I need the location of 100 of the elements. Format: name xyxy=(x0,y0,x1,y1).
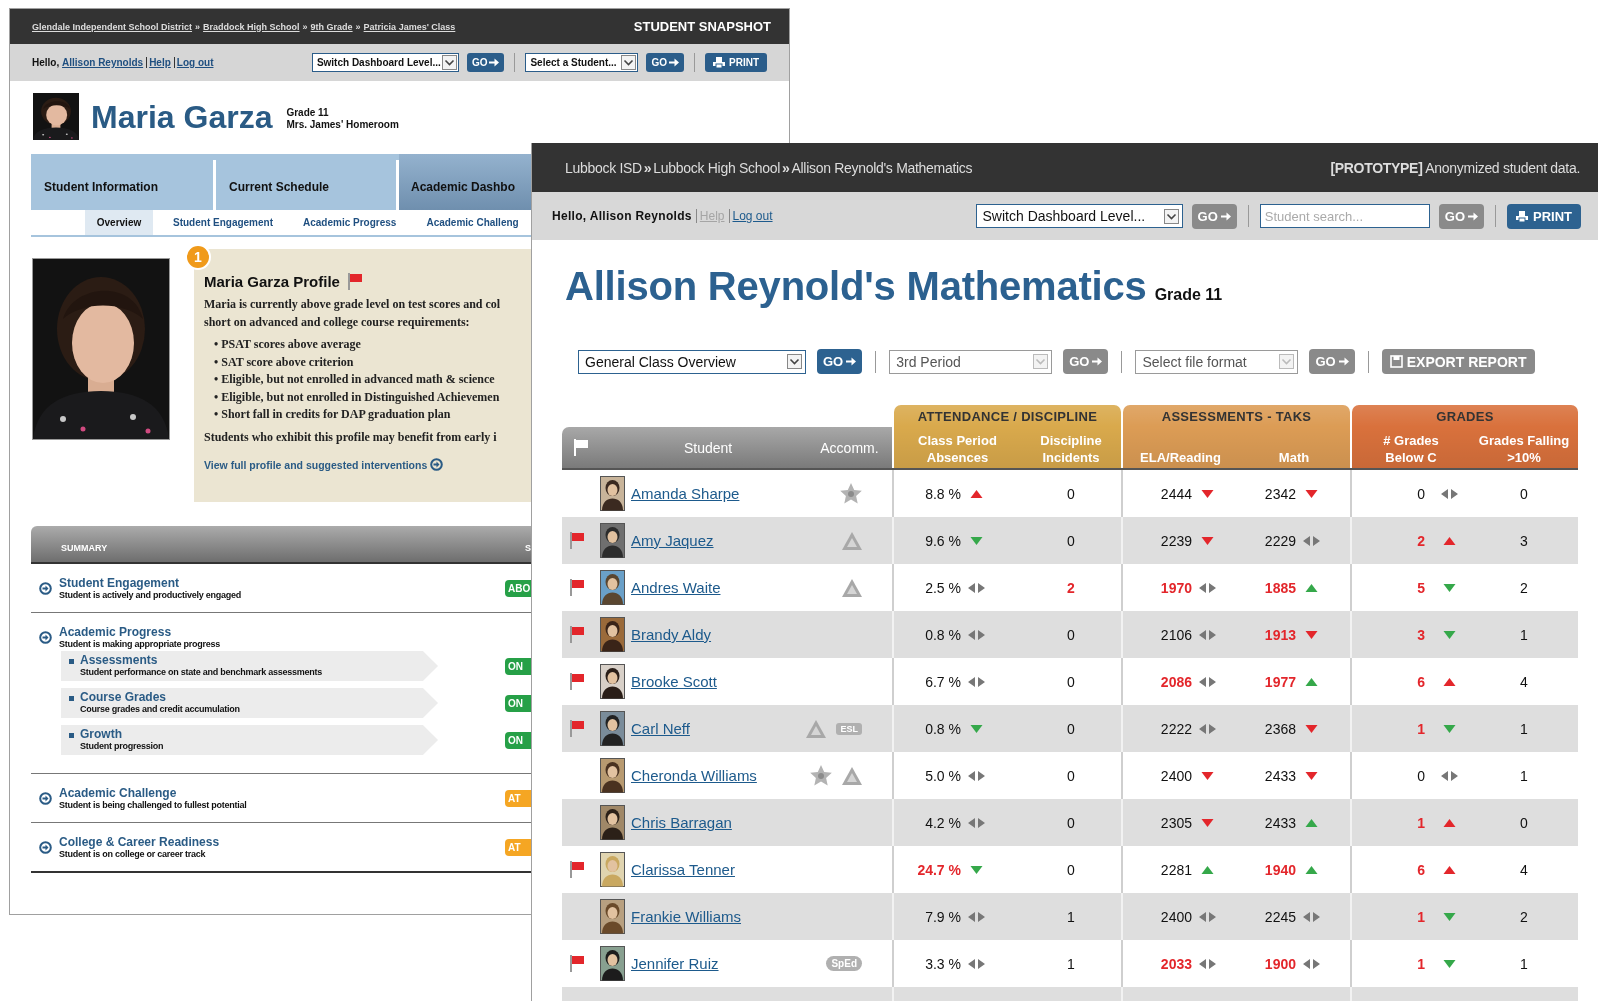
student-link[interactable]: Carl Neff xyxy=(631,720,690,737)
triangle-icon xyxy=(842,578,862,597)
page-title: Allison Reynold's Mathematics xyxy=(565,264,1147,309)
student-link[interactable]: Jennifer Ruiz xyxy=(631,955,719,972)
avatar xyxy=(600,523,625,558)
table-cell: 2 xyxy=(1520,579,1528,596)
student-link[interactable]: Brooke Scott xyxy=(631,673,717,690)
status-badge: AT xyxy=(505,789,531,807)
table-cell: 1 xyxy=(1520,720,1528,737)
dropdown[interactable]: General Class Overview xyxy=(578,349,806,374)
table-cell: 1 xyxy=(1520,955,1528,972)
summary-subitem[interactable]: Course Grades Course grades and credit accumulation xyxy=(61,688,438,718)
table-cell-text: 1885 xyxy=(1263,579,1296,596)
student-name: Maria Garza xyxy=(91,99,273,136)
student-link[interactable]: Cheronda Williams xyxy=(631,767,757,784)
user-link[interactable]: Allison Reynolds xyxy=(62,57,144,68)
summary-description: Student performance on state and benchmark assessments xyxy=(80,667,323,677)
star-icon xyxy=(810,765,832,786)
dropdown[interactable]: Select a Student... xyxy=(525,53,639,72)
table-cell-text: 2444 xyxy=(1159,485,1192,502)
print-button[interactable]: PRINT xyxy=(705,53,767,72)
tab[interactable]: Academic Challeng xyxy=(416,210,529,235)
breadcrumb-link[interactable]: Glendale Independent School District xyxy=(32,21,193,32)
table-cell-text: 1 xyxy=(1416,908,1425,925)
go-button[interactable]: GO xyxy=(466,53,505,72)
student-link[interactable]: Andres Waite xyxy=(631,579,721,596)
breadcrumb-link[interactable]: Lubbock ISD xyxy=(565,159,642,176)
summary-title[interactable]: Student Engagement xyxy=(59,576,179,590)
summary-title[interactable]: Academic Progress xyxy=(59,625,172,639)
profile-text: short on advanced and college course requirements: xyxy=(204,313,471,331)
printer-icon xyxy=(1516,210,1528,222)
profile-link[interactable]: View full profile and suggested interventions xyxy=(204,458,444,471)
avatar xyxy=(600,758,625,793)
arrow-circle-icon xyxy=(430,458,444,471)
arrow-circle-icon xyxy=(39,791,52,805)
dropdown[interactable]: Switch Dashboard Level... xyxy=(975,204,1183,228)
window-title: STUDENT SNAPSHOT xyxy=(633,19,771,34)
summary-description: Student is making appropriate progress xyxy=(59,639,221,649)
summary-title[interactable]: Assessments xyxy=(80,653,158,667)
greeting: Hello, xyxy=(32,57,60,68)
table-cell: 1 xyxy=(1067,955,1075,972)
student-link[interactable]: Frankie Williams xyxy=(631,908,741,925)
student-link[interactable]: Brandy Aldy xyxy=(631,626,712,643)
go-button[interactable]: GO xyxy=(817,349,863,374)
summary-description: Student is on college or career track xyxy=(59,849,206,859)
student-link[interactable]: Clarissa Tenner xyxy=(631,861,735,878)
breadcrumb-link[interactable]: 9th Grade xyxy=(310,21,353,32)
table-cell-text: 2433 xyxy=(1263,814,1296,831)
tab[interactable]: Student Engagement xyxy=(163,210,283,235)
caret-icon xyxy=(621,55,637,70)
profile-text: Maria is currently above grade level on test scores and col xyxy=(204,296,502,313)
tab[interactable]: Academic Progress xyxy=(293,210,407,235)
help-link[interactable]: Help xyxy=(146,57,171,68)
student-link[interactable]: Amy Jaquez xyxy=(631,532,714,549)
print-button[interactable]: PRINT xyxy=(1507,203,1581,229)
go-button[interactable]: GO xyxy=(646,53,684,72)
breadcrumb-link[interactable]: Allison Reynold's Mathematics xyxy=(791,159,973,176)
table-cell-text: 1 xyxy=(1416,720,1425,737)
summary-subitem[interactable]: Assessments Student performance on state and benchmark assessments xyxy=(61,651,438,681)
tab[interactable]: Overview xyxy=(85,210,153,235)
search-field[interactable]: Student search... xyxy=(1259,204,1430,228)
bullet-icon xyxy=(69,696,74,701)
table-cell-text: 2 xyxy=(1416,532,1425,549)
breadcrumb-link[interactable]: Braddock High School xyxy=(203,21,300,32)
table-cell: 24.7 % xyxy=(917,861,961,878)
avatar xyxy=(600,570,625,605)
tab[interactable]: Academic Dashbo xyxy=(399,154,531,210)
column-header[interactable]: Grades Falling >10% xyxy=(1470,427,1578,468)
table-cell-text: 0 xyxy=(1416,767,1425,784)
status-badge: ABO xyxy=(505,579,531,597)
table-cell: 0 xyxy=(1067,673,1075,690)
arrow-icon xyxy=(1092,357,1103,366)
avatar xyxy=(600,664,625,699)
student-link[interactable]: Chris Barragan xyxy=(631,814,732,831)
breadcrumb-link[interactable]: Patricia James' Class xyxy=(363,21,456,32)
column-header[interactable]: # Grades Below C xyxy=(1352,427,1470,468)
table-cell-text: 2.5 % xyxy=(924,579,961,596)
logout-link[interactable]: Log out xyxy=(728,209,773,223)
table-cell-text: 2086 xyxy=(1159,673,1192,690)
summary-title[interactable]: Growth xyxy=(80,727,122,741)
dropdown[interactable]: Switch Dashboard Level... xyxy=(311,53,459,72)
breadcrumb-link[interactable]: Lubbock High School xyxy=(653,159,780,176)
table-cell: 0 xyxy=(1067,720,1075,737)
summary-subitem[interactable]: Growth Student progression xyxy=(61,725,438,755)
table-cell-text: 1 xyxy=(1416,955,1425,972)
logout-link[interactable]: Log out xyxy=(173,57,214,68)
student-link[interactable]: Amanda Sharpe xyxy=(631,485,740,502)
table-cell: 0 xyxy=(1067,814,1075,831)
summary-title[interactable]: College & Career Readiness xyxy=(59,835,220,849)
summary-description: Student is actively and productively engaged xyxy=(59,590,242,600)
summary-title[interactable]: Course Grades xyxy=(80,690,167,704)
table-cell-text: 2368 xyxy=(1263,720,1296,737)
summary-title[interactable]: Academic Challenge xyxy=(59,786,177,800)
save-icon xyxy=(1389,355,1403,368)
table-cell: 0 xyxy=(1520,485,1528,502)
triangle-icon xyxy=(806,719,827,738)
table-cell: 4 xyxy=(1520,861,1528,878)
table-cell-text: 0.8 % xyxy=(924,626,961,643)
arrow-circle-icon xyxy=(39,630,52,644)
table-cell: 0 xyxy=(1067,767,1075,784)
